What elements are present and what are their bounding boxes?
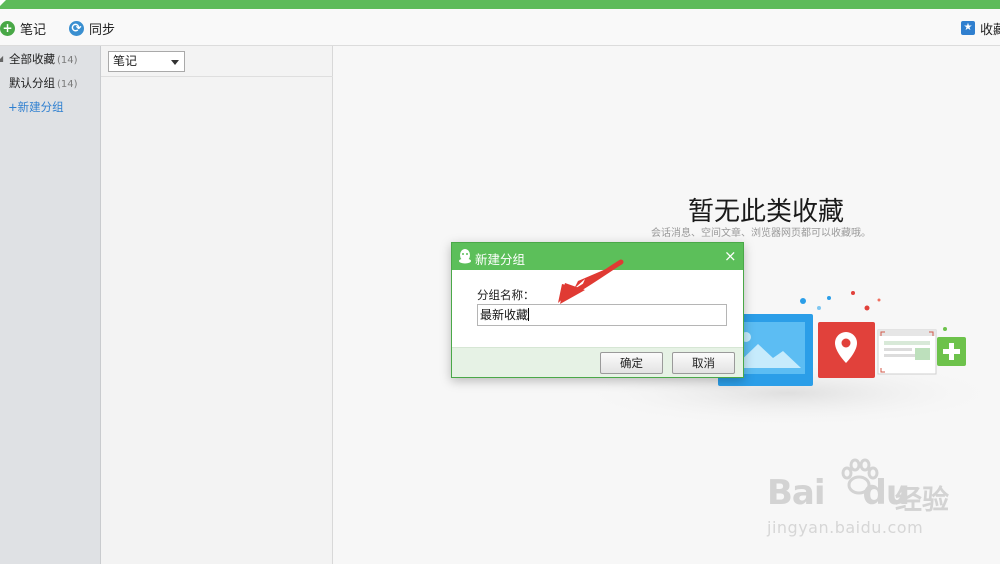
sidebar-item-label: 默认分组 <box>9 76 55 90</box>
add-card-icon <box>937 337 966 366</box>
type-filter-value: 笔记 <box>113 54 138 68</box>
sidebar-item-default-group[interactable]: 默认分组 (14) <box>0 72 101 94</box>
expand-arrow-icon: ◢ <box>0 54 4 63</box>
group-name-input[interactable]: 最新收藏 <box>477 304 727 326</box>
sync-icon: ⟳ <box>69 20 84 36</box>
add-icon: + <box>0 20 15 36</box>
watermark-cn-text: 经验 <box>895 485 949 516</box>
watermark-logo-text: Bai du <box>767 473 910 513</box>
empty-state-subtitle: 会话消息、空间文章、浏览器网页都可以收藏哦。 <box>651 228 871 239</box>
note-button-label: 笔记 <box>20 22 47 38</box>
dialog-header: 新建分组 × <box>452 243 743 270</box>
cancel-button[interactable]: 取消 <box>672 352 735 374</box>
app-logo-icon <box>0 0 6 6</box>
group-name-label: 分组名称： <box>477 288 535 302</box>
empty-state-title: 暂无此类收藏 <box>688 197 845 227</box>
ok-button[interactable]: 确定 <box>600 352 663 374</box>
sidebar-item-label: 全部收藏 <box>9 52 55 66</box>
group-name-value: 最新收藏 <box>480 308 529 322</box>
sidebar-new-group-link[interactable]: +新建分组 <box>0 96 101 118</box>
sidebar-item-count: (14) <box>57 55 78 66</box>
sidebar-item-count: (14) <box>57 79 78 90</box>
close-icon[interactable]: × <box>724 246 737 266</box>
sidebar-item-all-favorites[interactable]: ◢ 全部收藏 (14) <box>0 48 101 70</box>
sidebar: ◢ 全部收藏 (14) 默认分组 (14) +新建分组 <box>0 46 101 564</box>
star-icon: ★ <box>961 21 975 35</box>
favorites-button-label: 收藏 <box>980 22 1000 38</box>
dialog-footer: 确定 取消 <box>452 347 743 377</box>
filter-bar: 笔记 <box>101 46 333 77</box>
sync-button-label: 同步 <box>89 22 116 38</box>
watermark-brand-bai: Bai <box>767 473 826 513</box>
type-filter-select[interactable]: 笔记 <box>108 51 185 72</box>
new-group-dialog: 新建分组 × 分组名称： 最新收藏 确定 取消 <box>451 242 744 378</box>
text-cursor <box>528 308 530 321</box>
chevron-down-icon <box>171 60 179 65</box>
note-button[interactable]: + 笔记 <box>0 19 47 38</box>
sync-button[interactable]: ⟳ 同步 <box>69 19 116 38</box>
favorites-button[interactable]: ★ 收藏 <box>961 19 1000 38</box>
dialog-title: 新建分组 <box>475 252 526 267</box>
toolbar: + 笔记 ⟳ 同步 ★ 收藏 <box>0 9 1000 46</box>
qq-penguin-icon <box>459 249 471 264</box>
baidu-jingyan-watermark: Bai du 经验 jingyan.baidu.com <box>767 458 987 548</box>
webpage-card-icon <box>877 329 937 375</box>
location-pin-icon <box>818 322 875 378</box>
note-list-pane: 笔记 <box>101 46 333 564</box>
window-titlebar <box>0 0 1000 9</box>
watermark-url: jingyan.baidu.com <box>767 518 924 537</box>
